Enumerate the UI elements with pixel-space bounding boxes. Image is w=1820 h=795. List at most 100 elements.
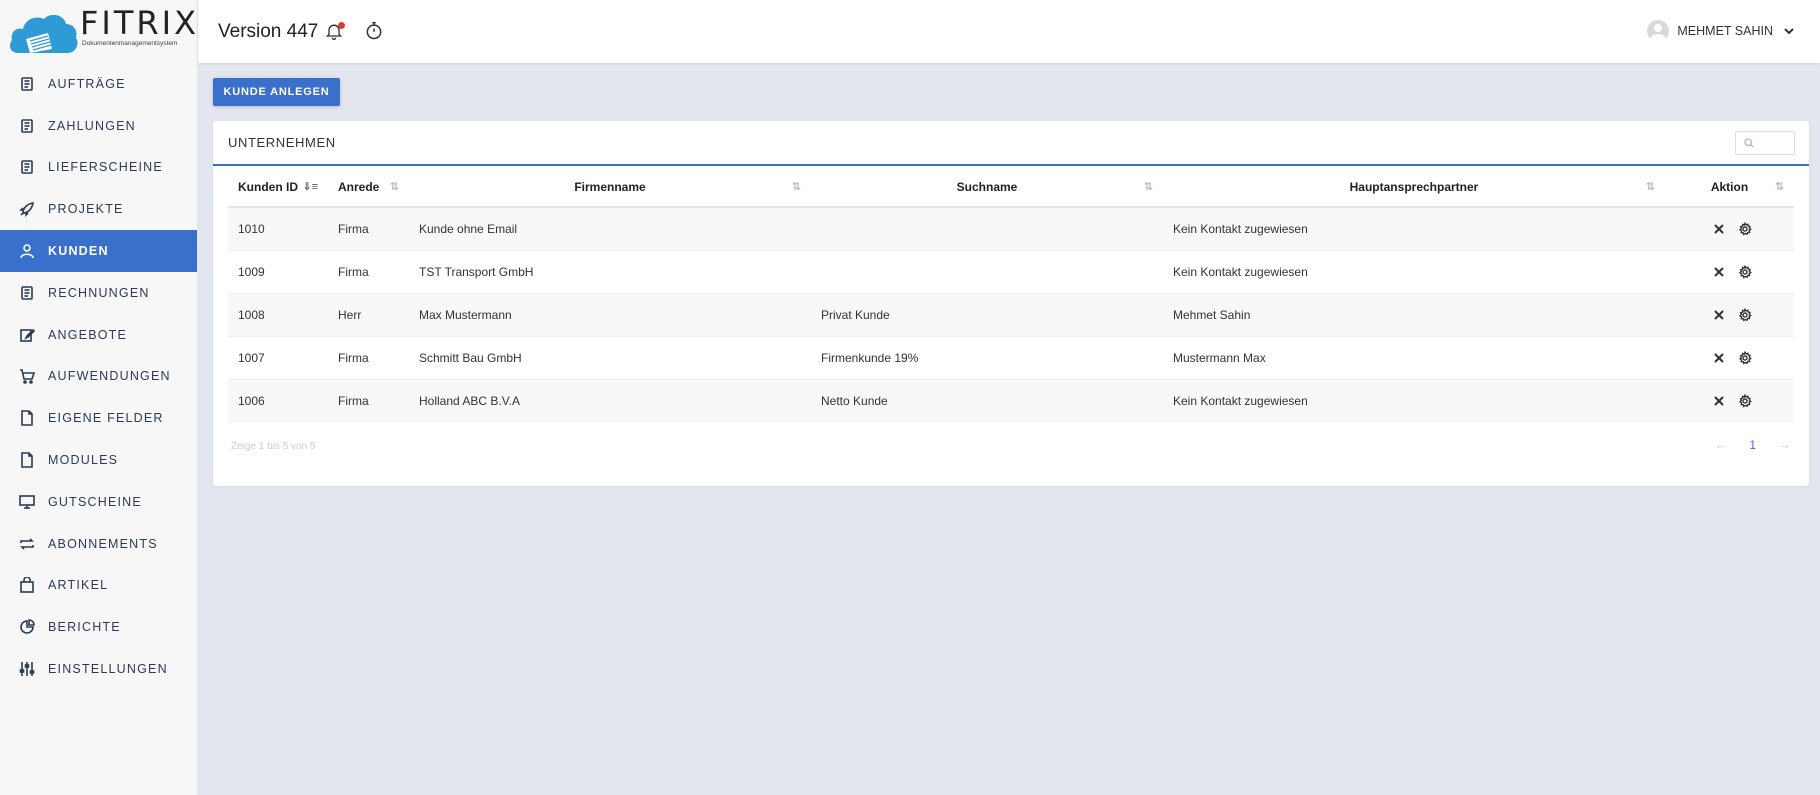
delete-x-icon[interactable] [1711, 307, 1727, 323]
sidebar-item-label: EINSTELLUNGEN [48, 662, 168, 677]
sidebar-item-artikel[interactable]: ARTIKEL [0, 565, 197, 607]
sidebar-item-eigene-felder[interactable]: EIGENE FELDER [0, 397, 197, 439]
sort-icon: ⇅ [1143, 181, 1153, 193]
sidebar-item-label: ZAHLUNGEN [48, 118, 136, 133]
sidebar-nav: AUFTRÄGE ZAHLUNGEN LIEFERSCHEINE PROJEKTE KU… [0, 63, 197, 690]
column-header-aktion[interactable]: Aktion ⇅ [1665, 167, 1794, 208]
table-info: Zeige 1 bis 5 von 5 [231, 441, 316, 452]
cell-kontakt: Kein Kontakt zugewiesen [1163, 249, 1665, 293]
table-row[interactable]: 1007 Firma Schmitt Bau GmbH Firmenkunde 19%… [228, 335, 1794, 379]
table-header-row: Kunden ID ⇓≡ Anrede ⇅ Firmenname ⇅ Suchname… [228, 167, 1794, 208]
sidebar-item-zahlungen[interactable]: ZAHLUNGEN [0, 105, 197, 147]
sidebar-item-label: ABONNEMENTS [48, 536, 158, 551]
bag-icon [18, 576, 36, 594]
cell-actions [1665, 335, 1794, 379]
table-row[interactable]: 1006 Firma Holland ABC B.V.A Netto Kunde Kei… [228, 378, 1794, 422]
sidebar-item-berichte[interactable]: BERICHTE [0, 606, 197, 648]
sidebar-item-label: AUFTRÄGE [48, 76, 126, 91]
column-header-anrede[interactable]: Anrede ⇅ [328, 167, 409, 208]
cell-suchname [811, 206, 1163, 250]
rocket-icon [18, 200, 36, 218]
prev-page-arrow-icon[interactable]: ← [1714, 437, 1727, 452]
sidebar-item-label: GUTSCHEINE [48, 494, 142, 509]
cell-firmenname: Holland ABC B.V.A [409, 378, 811, 422]
cell-id: 1006 [228, 378, 328, 422]
delete-x-icon[interactable] [1711, 221, 1727, 237]
bell-icon[interactable] [324, 21, 346, 43]
repeat-icon [18, 535, 36, 553]
cell-id: 1010 [228, 206, 328, 250]
cell-kontakt: Kein Kontakt zugewiesen [1163, 206, 1665, 250]
column-header-firmenname[interactable]: Firmenname ⇅ [409, 167, 811, 208]
logo[interactable]: FITRIX Dokumentenmanagementsystem [0, 0, 197, 63]
sidebar-item-projekte[interactable]: PROJEKTE [0, 188, 197, 230]
avatar [1647, 20, 1670, 42]
stopwatch-icon[interactable] [364, 21, 386, 43]
pie-chart-icon [18, 618, 36, 636]
sidebar-item-angebote[interactable]: ANGEBOTE [0, 314, 197, 356]
sidebar-item-gutscheine[interactable]: GUTSCHEINE [0, 481, 197, 523]
delete-x-icon[interactable] [1711, 264, 1727, 280]
add-customer-button[interactable]: KUNDE ANLEGEN [213, 78, 340, 106]
search-box[interactable] [1735, 131, 1795, 155]
sort-icon: ⇅ [1774, 181, 1784, 193]
document-icon [18, 158, 36, 176]
sidebar-item-auftraege[interactable]: AUFTRÄGE [0, 63, 197, 105]
version-label: Version 447 [218, 20, 319, 42]
delete-x-icon[interactable] [1711, 350, 1727, 366]
gear-icon[interactable] [1737, 350, 1753, 366]
sidebar-item-einstellungen[interactable]: EINSTELLUNGEN [0, 648, 197, 690]
gear-icon[interactable] [1737, 221, 1753, 237]
cell-kontakt: Mehmet Sahin [1163, 292, 1665, 336]
sidebar-item-lieferscheine[interactable]: LIEFERSCHEINE [0, 147, 197, 189]
file-icon [18, 451, 36, 469]
sidebar-item-label: ARTIKEL [48, 578, 109, 593]
sidebar-item-aufwendungen[interactable]: AUFWENDUNGEN [0, 356, 197, 398]
page-number[interactable]: 1 [1749, 438, 1756, 452]
sidebar-item-rechnungen[interactable]: RECHNUNGEN [0, 272, 197, 314]
cell-id: 1009 [228, 249, 328, 293]
cell-anrede: Herr [328, 292, 409, 336]
document-icon [18, 117, 36, 135]
card-title: UNTERNEHMEN [228, 135, 336, 150]
search-input[interactable] [1758, 137, 1794, 149]
sidebar-item-label: LIEFERSCHEINE [48, 160, 163, 175]
table-row[interactable]: 1008 Herr Max Mustermann Privat Kunde Mehmet… [228, 292, 1794, 336]
cell-actions [1665, 378, 1794, 422]
cell-suchname: Firmenkunde 19% [811, 335, 1163, 379]
card-header: UNTERNEHMEN [213, 121, 1809, 166]
gear-icon[interactable] [1737, 264, 1753, 280]
sidebar-item-modules[interactable]: MODULES [0, 439, 197, 481]
column-header-hauptansprechpartner[interactable]: Hauptansprechpartner ⇅ [1163, 167, 1665, 208]
column-header-kunden-id[interactable]: Kunden ID ⇓≡ [228, 167, 328, 208]
sidebar: FITRIX Dokumentenmanagementsystem AUFTRÄ… [0, 0, 198, 795]
cell-firmenname: Kunde ohne Email [409, 206, 811, 250]
sidebar-item-label: ANGEBOTE [48, 327, 128, 342]
sidebar-item-label: AUFWENDUNGEN [48, 369, 171, 384]
cell-kontakt: Mustermann Max [1163, 335, 1665, 379]
sidebar-item-kunden[interactable]: KUNDEN [0, 230, 197, 272]
sidebar-item-label: BERICHTE [48, 620, 121, 635]
column-header-suchname[interactable]: Suchname ⇅ [811, 167, 1163, 208]
cell-actions [1665, 249, 1794, 293]
table-row[interactable]: 1009 Firma TST Transport GmbH Kein Kontakt … [228, 249, 1794, 293]
monitor-icon [18, 493, 36, 511]
cell-firmenname: TST Transport GmbH [409, 249, 811, 293]
gear-icon[interactable] [1737, 393, 1753, 409]
next-page-arrow-icon[interactable]: → [1778, 437, 1791, 452]
user-name: MEHMET SAHIN [1677, 24, 1773, 38]
user-menu[interactable]: MEHMET SAHIN [1647, 20, 1795, 42]
chevron-down-icon [1783, 25, 1795, 37]
sort-icon: ⇅ [389, 181, 399, 193]
delete-x-icon[interactable] [1711, 393, 1727, 409]
customers-table: Kunden ID ⇓≡ Anrede ⇅ Firmenname ⇅ Suchname… [228, 167, 1794, 422]
sidebar-item-label: EIGENE FELDER [48, 411, 164, 426]
cell-suchname: Privat Kunde [811, 292, 1163, 336]
sliders-icon [18, 660, 36, 678]
cell-kontakt: Kein Kontakt zugewiesen [1163, 378, 1665, 422]
table-row[interactable]: 1010 Firma Kunde ohne Email Kein Kontakt zu… [228, 206, 1794, 250]
sort-desc-icon: ⇓≡ [302, 181, 318, 193]
sidebar-item-abonnements[interactable]: ABONNEMENTS [0, 523, 197, 565]
gear-icon[interactable] [1737, 307, 1753, 323]
top-header: Version 447 MEHMET SAHIN [198, 0, 1820, 63]
